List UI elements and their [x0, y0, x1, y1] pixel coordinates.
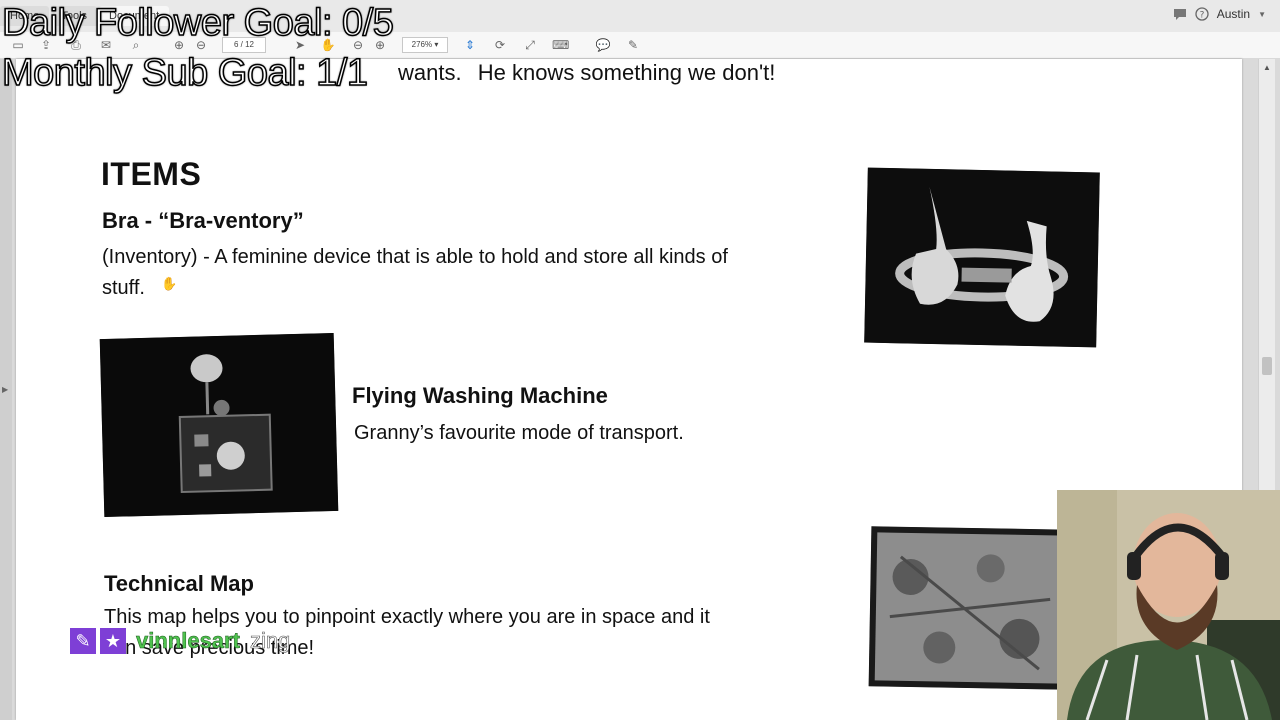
- item-desc-line: Granny’s favourite mode of transport.: [354, 422, 684, 444]
- chevron-right-icon[interactable]: ▶: [2, 385, 8, 394]
- zoom-value: 276%: [411, 40, 433, 49]
- item-title-washing-machine: Flying Washing Machine: [352, 383, 608, 408]
- help-icon[interactable]: ?: [1195, 7, 1209, 21]
- item-desc-line: stuff.: [102, 277, 145, 299]
- hand-cursor-icon: ✋: [161, 276, 178, 291]
- item-desc-bra: (Inventory) - A feminine device that is …: [102, 242, 862, 304]
- rotate-icon[interactable]: ⟳: [492, 37, 508, 53]
- doc-top-visible: He knows something we don't!: [477, 60, 776, 85]
- chat-icon[interactable]: [1173, 8, 1187, 21]
- scroll-thumb[interactable]: [1262, 357, 1272, 375]
- fullscreen-icon[interactable]: ⤢: [522, 37, 538, 53]
- zoom-select[interactable]: 276% ▾: [402, 37, 448, 53]
- alert-username: vinnlesart: [136, 628, 240, 654]
- comment-icon[interactable]: 💬: [595, 37, 611, 53]
- stream-alert: ✎ ★ vinnlesart zing: [70, 628, 291, 654]
- edit-icon: ✎: [70, 628, 96, 654]
- left-panel-toggle[interactable]: ▶: [0, 59, 12, 720]
- user-name[interactable]: Austin: [1217, 7, 1250, 21]
- item-desc-washing-machine: Granny’s favourite mode of transport.: [354, 418, 684, 449]
- keyboard-icon[interactable]: ⌨: [552, 37, 569, 53]
- scroll-up-icon[interactable]: ▲: [1263, 63, 1271, 72]
- alert-message: zing: [249, 628, 291, 654]
- star-icon: ★: [100, 628, 126, 654]
- technical-map-image: [868, 526, 1072, 690]
- account-area: ? Austin ▼: [1173, 7, 1266, 21]
- pen-icon[interactable]: ✎: [625, 37, 641, 53]
- washing-machine-image: [99, 332, 339, 518]
- daily-follower-goal: Daily Follower Goal: 0/5: [1, 1, 394, 45]
- svg-text:?: ?: [1199, 11, 1204, 21]
- monthly-sub-goal: Monthly Sub Goal: 1/1: [1, 51, 368, 95]
- doc-top-partial: wants.: [398, 60, 462, 85]
- chevron-down-icon[interactable]: ▼: [1258, 10, 1266, 19]
- item-title-bra: Bra - “Bra-ventory”: [102, 208, 304, 233]
- section-heading: ITEMS: [101, 156, 202, 192]
- bra-image: [864, 167, 1100, 348]
- fit-page-icon[interactable]: ⇕: [462, 37, 478, 53]
- webcam-feed: [1057, 490, 1280, 720]
- item-desc-line: (Inventory) - A feminine device that is …: [102, 246, 728, 268]
- item-title-technical-map: Technical Map: [104, 571, 254, 596]
